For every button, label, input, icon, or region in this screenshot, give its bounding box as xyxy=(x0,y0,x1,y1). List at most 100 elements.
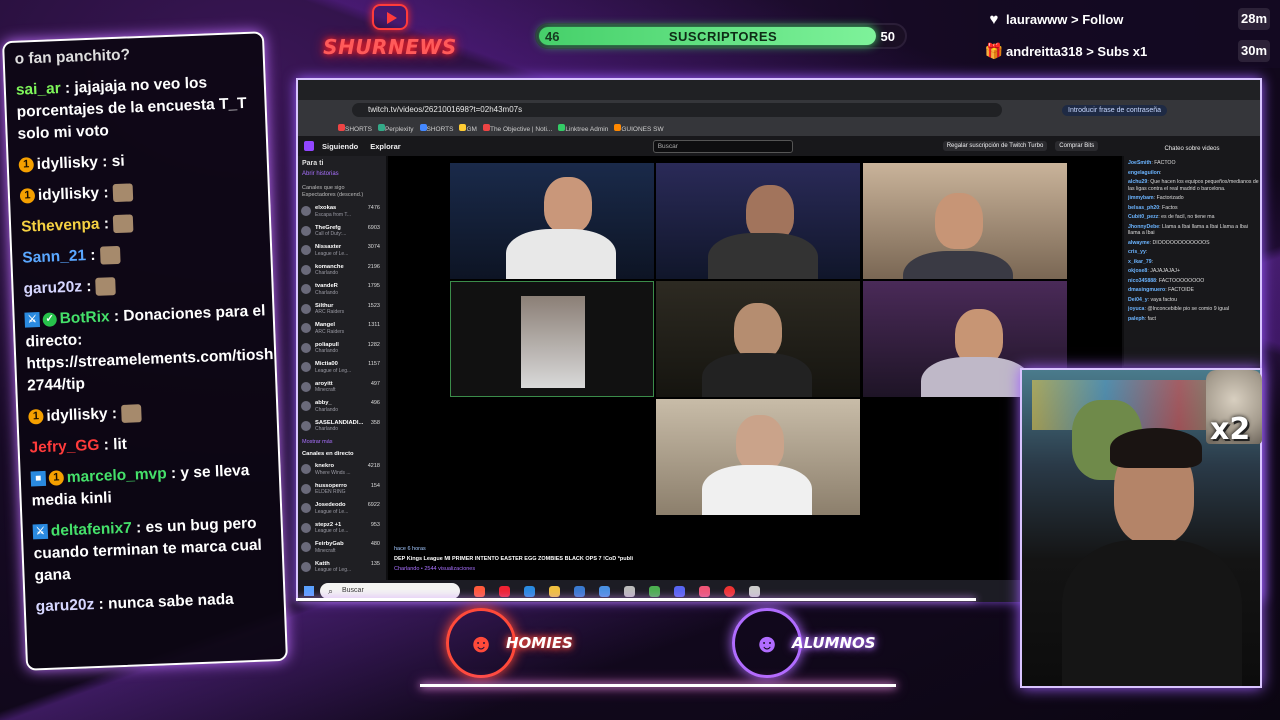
video-chat-user[interactable]: Cubit0_pezz xyxy=(1128,214,1158,220)
app2-icon[interactable] xyxy=(749,585,760,597)
sidebar-channel-row[interactable]: Mangel ARC Raiders 1311 xyxy=(301,322,386,338)
channel-viewers: 154 xyxy=(370,482,380,489)
channel-game: Charlando xyxy=(315,426,339,432)
sidebar-channel-row[interactable]: FeirbyGab Minecraft 480 xyxy=(301,541,386,557)
brave-icon[interactable] xyxy=(474,585,485,597)
chrome-icon[interactable] xyxy=(649,585,660,597)
sidebar-channel-row[interactable]: SASELANDIADI... Charlando 358 xyxy=(301,420,386,436)
bookmark-item[interactable]: GUIONES SW xyxy=(614,123,664,133)
video-chat-user[interactable]: JoeSmith xyxy=(1128,160,1151,166)
video-chat-user[interactable]: dmasingmuero xyxy=(1128,287,1165,293)
sidebar-channel-row[interactable]: Nissaxter League of Le... 3074 xyxy=(301,244,386,260)
chat-username[interactable]: idyllisky xyxy=(36,154,98,173)
windows-start-icon[interactable] xyxy=(304,586,314,596)
sidebar-channel-row[interactable]: stepz2 +1 League of Le... 953 xyxy=(301,522,386,538)
chat-username[interactable]: sai_ar xyxy=(16,80,61,99)
pokeball-icon[interactable] xyxy=(724,585,735,597)
sub-badge-icon: 1 xyxy=(19,188,36,205)
sidebar-channel-row[interactable]: komanche Charlando 2196 xyxy=(301,264,386,280)
settings-icon[interactable] xyxy=(624,585,635,597)
sidebar-channel-row[interactable]: Mictia00 League of Leg... 1157 xyxy=(301,361,386,377)
video-player[interactable] xyxy=(388,156,1122,582)
video-chat-user[interactable]: JhonnyDebe xyxy=(1128,224,1159,230)
sidebar-channel-row[interactable]: Josedeodo League of Le... 6922 xyxy=(301,502,386,518)
chat-message: 1 idyllisky : si xyxy=(18,145,267,177)
video-chat-user[interactable]: x_ikar_79 xyxy=(1128,259,1152,265)
sidebar-channel-row[interactable]: Katth League of Leg... 135 xyxy=(301,561,386,577)
channel-avatar xyxy=(301,381,311,392)
video-chat-user[interactable]: cris_yy xyxy=(1128,249,1146,255)
open-history-link[interactable]: Abrir historias xyxy=(302,171,386,177)
channel-avatar xyxy=(301,342,311,353)
sidebar-channel-row[interactable]: tvandeR Charlando 1795 xyxy=(301,283,386,299)
channel-avatar xyxy=(301,401,311,411)
store-icon[interactable] xyxy=(574,585,585,597)
bookmark-label: The Objective | Noti... xyxy=(489,125,553,133)
show-more-link[interactable]: Mostrar más xyxy=(302,439,386,445)
nav-following[interactable]: Siguiendo xyxy=(322,142,358,151)
twitch-search-input[interactable]: Buscar xyxy=(652,139,793,153)
channel-viewers: 6903 xyxy=(367,224,380,231)
nav-explore[interactable]: Explorar xyxy=(370,142,400,151)
chat-username[interactable]: Jefry_GG xyxy=(29,437,99,457)
sidebar-channel-row[interactable]: aroyitt Minecraft 497 xyxy=(301,381,386,397)
video-chat-user[interactable]: jimmybam xyxy=(1128,195,1154,201)
chat-username[interactable]: idyllisky xyxy=(46,405,108,424)
taskbar-search-input[interactable]: Buscar xyxy=(320,583,460,599)
bookmark-item[interactable]: Linktree Admin xyxy=(558,123,608,133)
address-bar[interactable]: twitch.tv/videos/2621001698?t=02h43m07s xyxy=(352,103,1002,117)
chat-username[interactable]: Sann_21 xyxy=(22,247,86,266)
twitch-logo-icon[interactable] xyxy=(304,141,314,151)
sidebar-channel-row[interactable]: TheGrefg Call of Duty:... 6903 xyxy=(301,225,386,241)
video-chat-user[interactable]: nico345888 xyxy=(1128,278,1156,284)
video-title[interactable]: DEP Kings League MI PRIMER INTENTO EASTE… xyxy=(394,554,633,564)
video-chat-user[interactable]: Dei04_y xyxy=(1128,297,1148,303)
video-time: hace 6 horas xyxy=(394,546,426,552)
chat-username[interactable]: Sthevenpa xyxy=(21,216,100,236)
chat-username[interactable]: garu20z xyxy=(23,278,82,297)
sidebar-channel-row[interactable]: hussoperro ELDEN RING 154 xyxy=(301,483,386,499)
video-chat-user[interactable]: engelaguilon xyxy=(1128,170,1160,176)
sidebar-channel-row[interactable]: knekro Where Winds ... 4218 xyxy=(301,463,386,479)
channel-viewers: 1311 xyxy=(368,322,380,328)
sidebar-channel-row[interactable]: elxokas Escapa from T... 7476 xyxy=(301,205,386,221)
chat-username[interactable]: deltafenix7 xyxy=(51,520,133,540)
channel-game: Escapa from T... xyxy=(315,211,352,218)
opera-icon[interactable] xyxy=(499,585,510,597)
sidebar-channel-row[interactable]: abby_ Charlando 496 xyxy=(301,400,386,416)
video-chat-user[interactable]: belsas_ph20 xyxy=(1128,205,1159,211)
discord-icon[interactable] xyxy=(674,585,685,597)
participant-video-1 xyxy=(450,163,654,279)
mail-icon[interactable] xyxy=(599,585,610,597)
video-chat-line: JhonnyDebe: Llama a Ibai llama a Ibai Ll… xyxy=(1128,223,1248,237)
buy-bits-button[interactable]: Comprar Bits xyxy=(1055,141,1099,151)
app-icon[interactable] xyxy=(699,585,710,597)
chat-username[interactable]: marcelo_mvp xyxy=(66,465,167,486)
video-chat-user[interactable]: alchu29 xyxy=(1128,179,1147,185)
video-chat-user[interactable]: okjose8 xyxy=(1128,268,1147,274)
participant-video-4 xyxy=(450,281,654,397)
video-chat-user[interactable]: joyuca xyxy=(1128,306,1144,312)
channel-names: elxokas Escapa from T... xyxy=(315,205,368,218)
channel-viewers: 496 xyxy=(370,400,380,406)
bookmark-item[interactable]: SHORTS xyxy=(338,123,372,133)
video-chat-user[interactable]: alwayme xyxy=(1128,240,1150,246)
bookmark-item[interactable]: The Objective | Noti... xyxy=(482,123,553,133)
gift-icon: 🎁 xyxy=(984,43,1004,60)
video-chat-line: Cubit0_pezz: es de facil, no tiene ma xyxy=(1128,214,1215,220)
edge-icon[interactable] xyxy=(524,585,535,597)
sidebar-channel-row[interactable]: Silthur ARC Raiders 1523 xyxy=(301,303,386,319)
chat-message: Jefry_GG : lit xyxy=(29,428,278,460)
folder-icon[interactable] xyxy=(549,585,560,597)
bookmark-item[interactable]: Perplexity xyxy=(377,123,414,133)
gift-turbo-button[interactable]: Regalar suscripción de Twitch Turbo xyxy=(942,141,1048,151)
bookmark-item[interactable]: SHORTS xyxy=(419,123,453,133)
password-hint[interactable]: Introducir frase de contraseña xyxy=(1062,104,1167,116)
video-chat-user[interactable]: paleph xyxy=(1128,316,1145,322)
chat-username[interactable]: BotRix xyxy=(59,308,110,327)
chat-username[interactable]: garu20z xyxy=(35,596,94,615)
bookmark-item[interactable]: GM xyxy=(459,123,477,133)
channel-names: stepz2 +1 League of Le... xyxy=(315,522,371,535)
chat-username[interactable]: idyllisky xyxy=(38,185,100,204)
sidebar-channel-row[interactable]: poliapull Charlando 1282 xyxy=(301,342,386,358)
